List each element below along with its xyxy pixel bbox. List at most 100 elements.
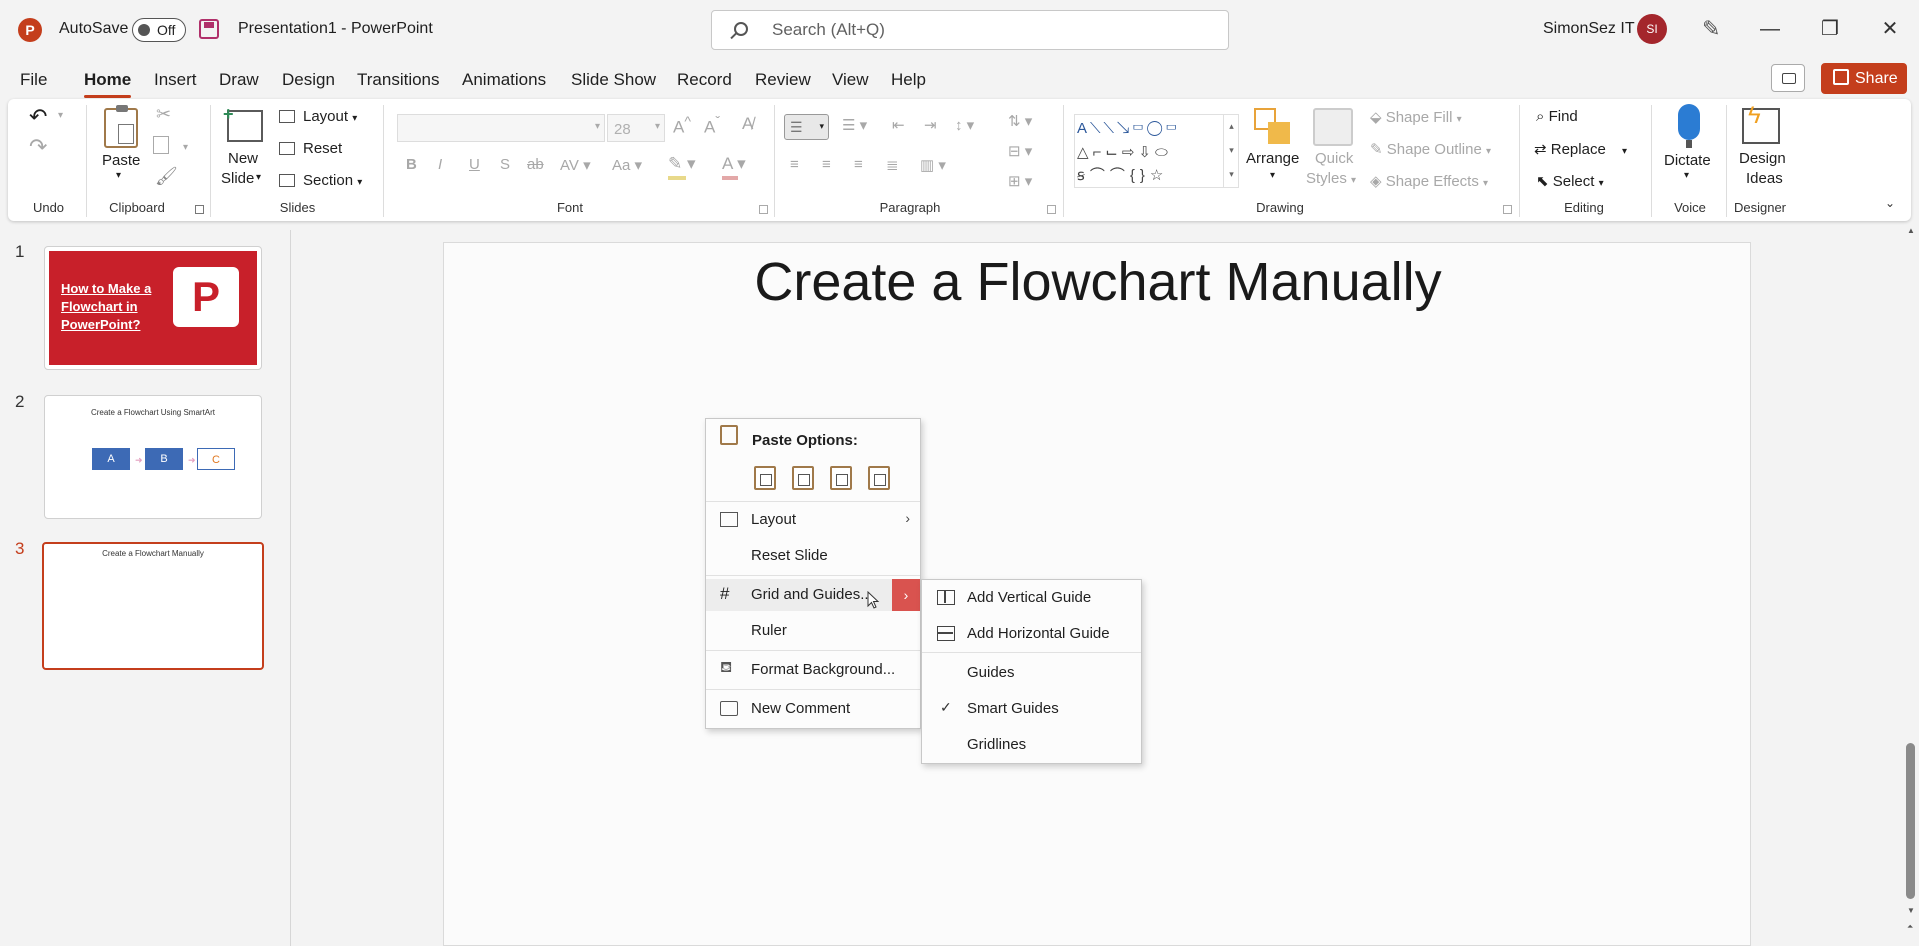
section-button[interactable]: Section ▾ <box>303 172 362 189</box>
new-slide-icon[interactable]: + <box>223 104 263 142</box>
prev-slide-icon[interactable]: ⏶ <box>1907 922 1913 932</box>
increase-indent-icon[interactable]: ⇥ <box>924 116 937 134</box>
tab-home[interactable]: Home <box>84 70 131 90</box>
numbering-icon[interactable]: ☰ ▾ <box>842 116 867 134</box>
select-button[interactable]: ⬉ Select ▾ <box>1536 172 1604 190</box>
undo-dropdown-icon[interactable]: ▾ <box>58 110 63 121</box>
paste-button[interactable]: Paste <box>102 152 140 169</box>
design-ideas-icon[interactable]: ϟ <box>1742 102 1780 144</box>
font-launcher-icon[interactable] <box>759 205 768 214</box>
search-input[interactable]: Search (Alt+Q) <box>711 10 1229 50</box>
design-ideas-button[interactable]: Ideas <box>1746 170 1783 187</box>
paragraph-launcher-icon[interactable] <box>1047 205 1056 214</box>
underline-icon[interactable]: U <box>469 156 480 173</box>
paste-dropdown-icon[interactable]: ▾ <box>116 170 121 181</box>
font-size-select[interactable]: 28 ▾ <box>607 114 665 142</box>
decrease-indent-icon[interactable]: ⇤ <box>892 116 905 134</box>
format-painter-icon[interactable]: 🖌 <box>155 166 178 187</box>
undo-icon[interactable]: ↶ <box>29 104 47 130</box>
submenu-item-add-vertical-guide[interactable]: Add Vertical Guide <box>922 581 1141 613</box>
new-slide-dropdown-icon[interactable]: ▾ <box>256 172 261 183</box>
reset-button[interactable]: Reset <box>303 140 342 157</box>
scroll-down-icon[interactable]: ▼ <box>1907 906 1915 915</box>
replace-button[interactable]: ⇄ Replace ▾ <box>1534 140 1627 158</box>
submenu-item-add-horizontal-guide[interactable]: Add Horizontal Guide <box>922 617 1141 649</box>
collapse-ribbon-icon[interactable]: ⌄ <box>1885 196 1895 210</box>
arrange-button[interactable]: Arrange <box>1246 150 1299 167</box>
dictate-dropdown-icon[interactable]: ▾ <box>1684 170 1689 181</box>
font-family-select[interactable]: ▾ <box>397 114 605 142</box>
menu-item-reset-slide[interactable]: Reset Slide <box>706 540 920 572</box>
shrink-font-icon[interactable]: Aˇ <box>704 114 720 138</box>
share-button[interactable]: Share <box>1821 63 1907 94</box>
redo-icon[interactable]: ↷ <box>29 134 47 160</box>
align-right-icon[interactable]: ≡ <box>854 156 863 173</box>
tab-view[interactable]: View <box>832 70 869 90</box>
pen-icon[interactable]: ✎ <box>1702 16 1720 42</box>
autosave-toggle[interactable]: Off <box>132 18 186 42</box>
italic-icon[interactable]: I <box>438 156 442 173</box>
clear-formatting-icon[interactable]: A̸ <box>742 114 753 134</box>
bullets-button[interactable]: ☰ ▾ <box>784 114 829 140</box>
arrange-dropdown-icon[interactable]: ▾ <box>1270 170 1275 181</box>
quick-styles-button[interactable]: Styles ▾ <box>1306 170 1356 187</box>
paste-picture-icon[interactable] <box>830 466 852 490</box>
tab-record[interactable]: Record <box>677 70 732 90</box>
align-left-icon[interactable]: ≡ <box>790 156 799 173</box>
text-direction-icon[interactable]: ⇅ ▾ <box>1008 112 1032 130</box>
paste-use-destination-theme-icon[interactable] <box>754 466 776 490</box>
shapes-scroll[interactable]: ▴ ▾ ▾ <box>1223 114 1239 188</box>
tab-slide-show[interactable]: Slide Show <box>571 70 656 90</box>
copy-icon[interactable] <box>153 136 169 154</box>
tab-design[interactable]: Design <box>282 70 335 90</box>
design-ideas-label[interactable]: Design <box>1739 150 1786 167</box>
shape-effects-button[interactable]: ◈ Shape Effects ▾ <box>1370 172 1488 190</box>
tab-animations[interactable]: Animations <box>462 70 546 90</box>
paste-keep-source-formatting-icon[interactable] <box>792 466 814 490</box>
tab-draw[interactable]: Draw <box>219 70 259 90</box>
bold-icon[interactable]: B <box>406 156 417 173</box>
menu-item-format-background[interactable]: ⛾ Format Background... <box>706 654 920 686</box>
align-center-icon[interactable]: ≡ <box>822 156 831 173</box>
line-spacing-icon[interactable]: ↕ ▾ <box>955 116 974 134</box>
highlight-icon[interactable]: ✎ ▾ <box>668 154 696 174</box>
slide-title[interactable]: Create a Flowchart Manually <box>444 251 1752 313</box>
paste-keep-text-only-icon[interactable] <box>868 466 890 490</box>
close-icon[interactable]: ✕ <box>1870 14 1910 44</box>
drawing-launcher-icon[interactable] <box>1503 205 1512 214</box>
character-spacing-icon[interactable]: AV ▾ <box>560 156 591 174</box>
restore-icon[interactable]: ❐ <box>1810 14 1850 44</box>
tab-review[interactable]: Review <box>755 70 811 90</box>
align-text-icon[interactable]: ⊟ ▾ <box>1008 142 1032 160</box>
tab-help[interactable]: Help <box>891 70 926 90</box>
new-slide-button[interactable]: Slide <box>221 170 254 187</box>
shape-fill-button[interactable]: ⬙ Shape Fill ▾ <box>1370 108 1462 126</box>
new-slide-label[interactable]: New <box>228 150 258 167</box>
menu-item-layout[interactable]: Layout › <box>706 504 920 536</box>
columns-icon[interactable]: ▥ ▾ <box>920 156 946 174</box>
cut-icon[interactable]: ✂ <box>156 104 171 125</box>
tab-transitions[interactable]: Transitions <box>357 70 440 90</box>
copy-dropdown-icon[interactable]: ▾ <box>183 142 188 153</box>
tab-file[interactable]: File <box>20 70 47 90</box>
grow-font-icon[interactable]: A^ <box>673 114 691 138</box>
justify-icon[interactable]: ≣ <box>886 156 899 174</box>
strikethrough-icon[interactable]: ab <box>527 156 544 173</box>
convert-smartart-icon[interactable]: ⊞ ▾ <box>1008 172 1032 190</box>
dictate-button[interactable]: Dictate <box>1664 152 1711 169</box>
paste-icon[interactable] <box>104 105 138 148</box>
slide-thumbnail-2[interactable]: Create a Flowchart Using SmartArt A ➜ B … <box>44 395 262 519</box>
font-color-icon[interactable]: A ▾ <box>722 154 746 174</box>
slide-thumbnail-3[interactable]: Create a Flowchart Manually <box>42 542 264 670</box>
save-icon[interactable] <box>199 19 219 39</box>
microphone-icon[interactable] <box>1678 104 1700 140</box>
avatar[interactable]: SI <box>1637 14 1667 44</box>
menu-item-ruler[interactable]: Ruler <box>706 615 920 647</box>
scrollbar-thumb[interactable] <box>1906 743 1915 899</box>
shapes-gallery[interactable]: A⟍⟍↘▭◯▭ △⌐⌙⇨⇩⬭ ꞩ⌒⌒{}☆ <box>1074 114 1239 188</box>
change-case-icon[interactable]: Aa ▾ <box>612 156 642 174</box>
chevron-right-icon[interactable]: › <box>892 579 920 611</box>
menu-item-grid-and-guides[interactable]: # Grid and Guides... › <box>706 579 920 611</box>
scroll-up-icon[interactable]: ▲ <box>1907 226 1915 235</box>
submenu-item-gridlines[interactable]: Gridlines <box>922 728 1141 760</box>
